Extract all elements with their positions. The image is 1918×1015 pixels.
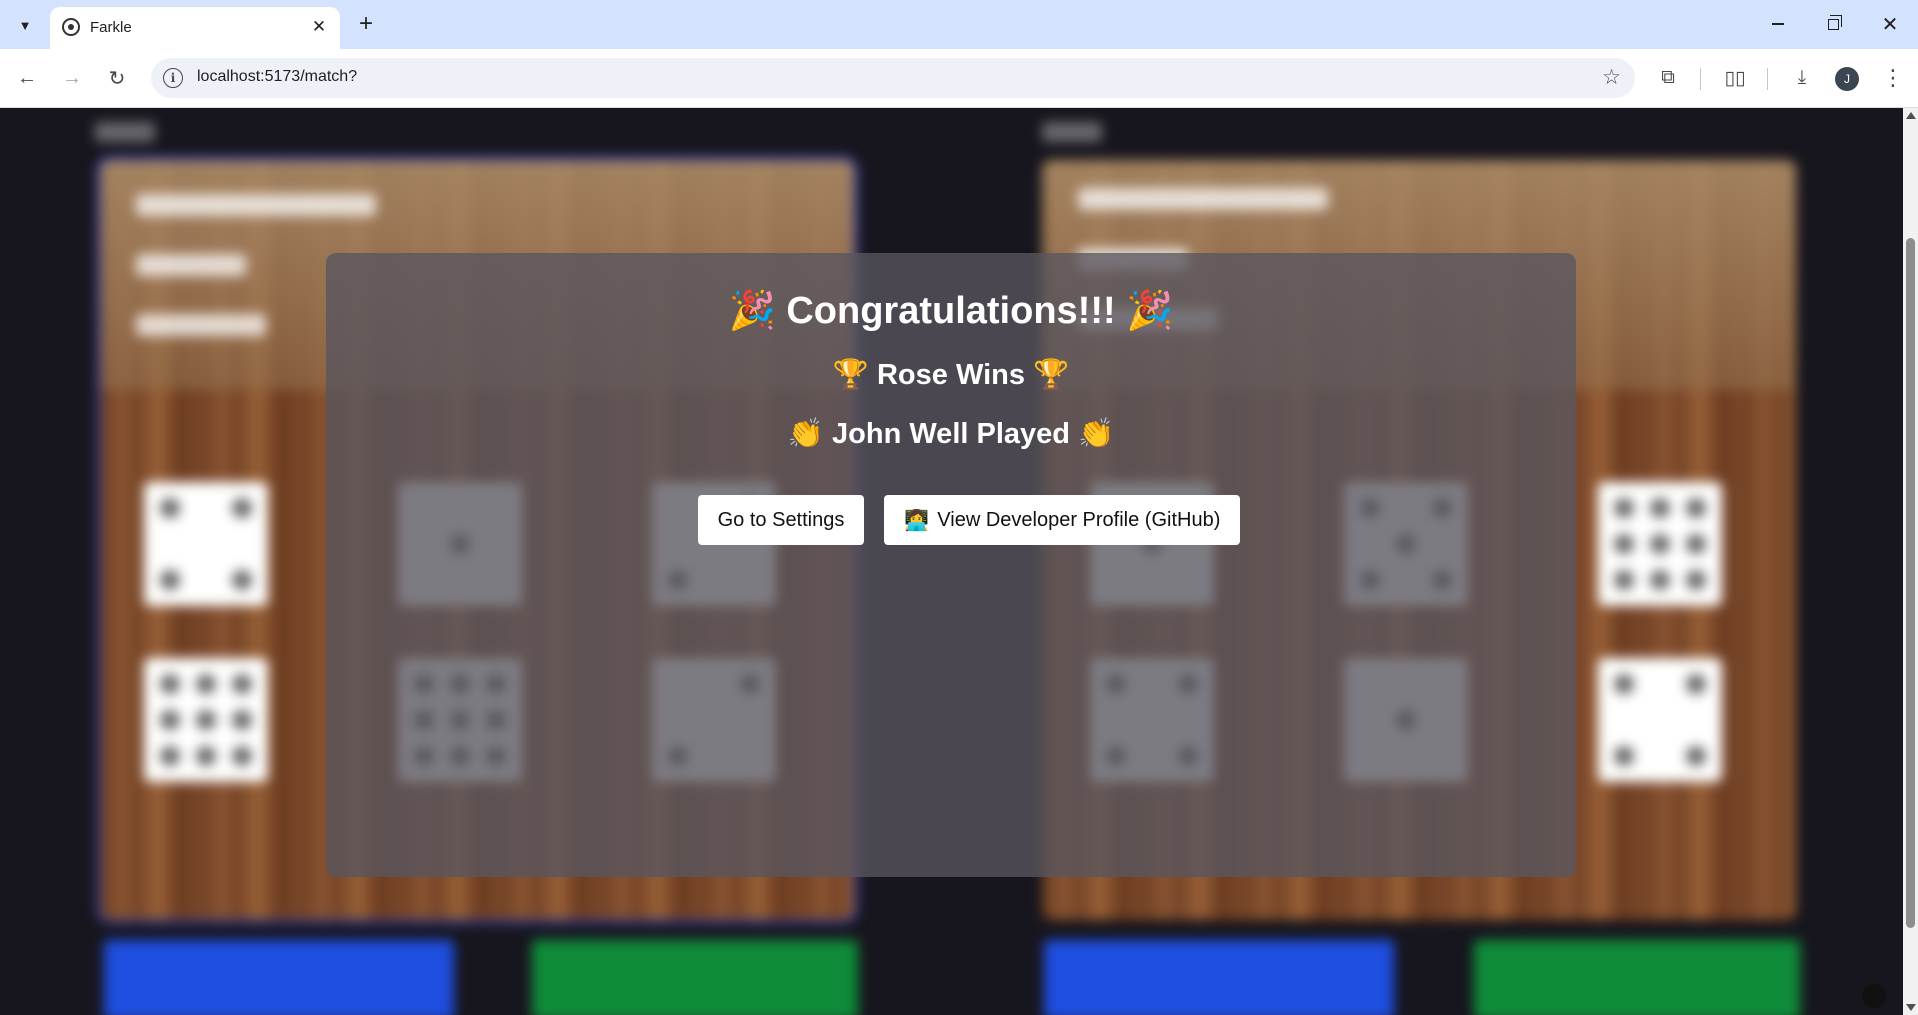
winner-text: 🏆 Rose Wins 🏆 (832, 359, 1070, 391)
close-icon[interactable]: ✕ (308, 16, 330, 38)
floating-dot (1862, 984, 1886, 1008)
loser-text: 👏 John Well Played 👏 (787, 418, 1115, 450)
die (144, 658, 268, 782)
toolbar-divider (1767, 68, 1768, 90)
die (1598, 482, 1722, 606)
player-name-right (1042, 122, 1102, 142)
favicon-icon (62, 18, 80, 36)
chevron-down-icon[interactable]: ▼ (10, 11, 40, 39)
game-action-button (1474, 940, 1800, 1015)
go-to-settings-button[interactable]: Go to Settings (697, 495, 865, 545)
plus-icon[interactable]: + (352, 10, 380, 38)
vertical-scrollbar[interactable] (1903, 108, 1918, 1015)
arrow-right-icon[interactable]: → (56, 62, 88, 94)
scroll-up-icon[interactable] (1906, 112, 1916, 119)
avatar[interactable]: J (1835, 67, 1859, 91)
puzzle-icon[interactable]: ⧉ (1652, 62, 1684, 94)
player-name-left (95, 122, 155, 142)
page-viewport: 🎉 Congratulations!!! 🎉 🏆 Rose Wins 🏆 👏 J… (0, 108, 1903, 1015)
die (1598, 658, 1722, 782)
kebab-menu-icon[interactable]: ⋮ (1877, 62, 1909, 94)
arrow-left-icon[interactable]: ← (11, 62, 43, 94)
github-profile-button[interactable]: 👩‍💻 View Developer Profile (GitHub) (884, 495, 1241, 545)
address-bar[interactable]: i localhost:5173/match? ☆ (151, 58, 1635, 98)
tab-title: Farkle (90, 19, 132, 36)
browser-tab-bar: ▼ Farkle ✕ + ✕ (0, 0, 1918, 49)
github-profile-label: View Developer Profile (GitHub) (937, 508, 1221, 531)
window-close-icon[interactable]: ✕ (1870, 8, 1910, 40)
url-text[interactable]: localhost:5173/match? (197, 68, 357, 86)
scrollbar-thumb[interactable] (1906, 238, 1915, 928)
game-action-button (532, 940, 858, 1015)
developer-icon: 👩‍💻 (904, 508, 930, 532)
die (144, 482, 268, 606)
modal-actions: Go to Settings 👩‍💻 View Developer Profil… (326, 495, 1576, 545)
tab-farkle[interactable]: Farkle ✕ (50, 7, 340, 49)
game-over-modal: 🎉 Congratulations!!! 🎉 🏆 Rose Wins 🏆 👏 J… (326, 253, 1576, 877)
reload-icon[interactable]: ↻ (101, 62, 133, 94)
restore-icon[interactable] (1813, 8, 1853, 40)
minimize-icon[interactable] (1758, 8, 1798, 40)
star-icon[interactable]: ☆ (1602, 65, 1621, 90)
toolbar-divider (1700, 68, 1701, 90)
game-action-button (104, 940, 454, 1015)
go-to-settings-label: Go to Settings (717, 508, 845, 531)
game-action-button (1044, 940, 1394, 1015)
download-icon[interactable]: ⤓ (1786, 62, 1818, 94)
scroll-down-icon[interactable] (1906, 1004, 1916, 1011)
congratulations-heading: 🎉 Congratulations!!! 🎉 (728, 290, 1174, 332)
browser-toolbar: ← → ↻ i localhost:5173/match? ☆ ⧉ ▯▯ ⤓ ⋮ (0, 49, 1918, 108)
book-icon[interactable]: ▯▯ (1719, 62, 1751, 94)
info-icon[interactable]: i (163, 68, 183, 88)
